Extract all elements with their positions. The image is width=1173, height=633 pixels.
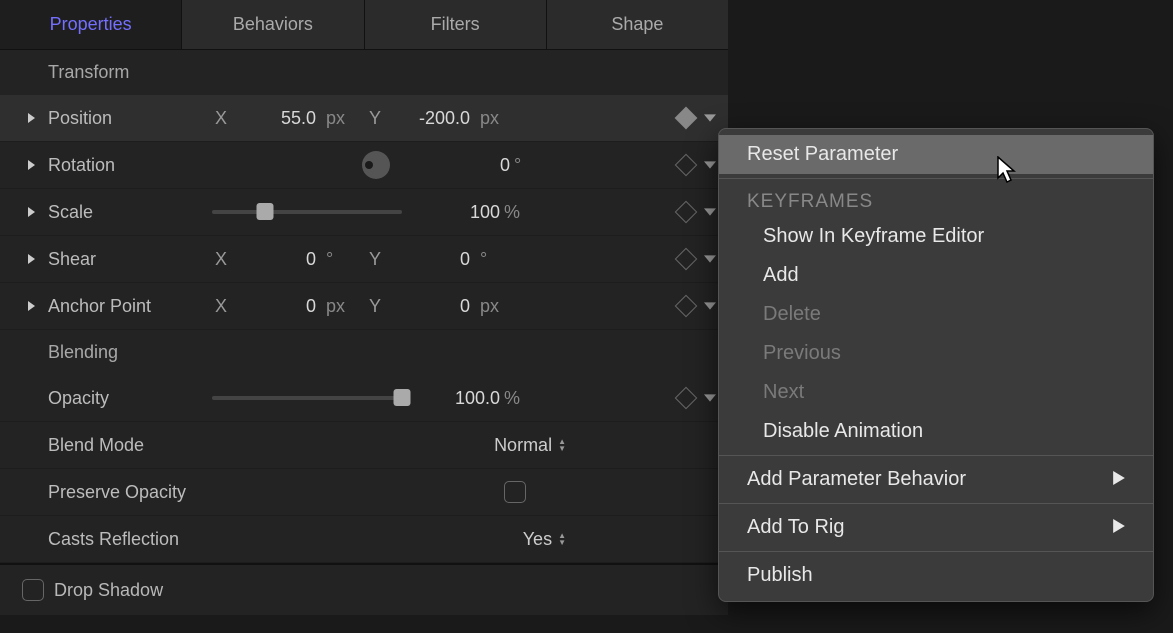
rotation-value[interactable]: 0	[430, 155, 510, 176]
unit-label: °	[322, 249, 360, 270]
unit-label: px	[322, 108, 360, 129]
menu-separator	[719, 503, 1153, 504]
opacity-slider[interactable]	[212, 396, 402, 400]
menu-add-parameter-behavior[interactable]: Add Parameter Behavior	[719, 460, 1153, 499]
chevron-down-icon[interactable]	[704, 108, 716, 129]
chevron-down-icon[interactable]	[704, 249, 716, 270]
menu-add-to-rig[interactable]: Add To Rig	[719, 508, 1153, 547]
axis-y-label: Y	[366, 249, 384, 270]
keyframe-icon[interactable]	[675, 295, 698, 318]
disclosure-icon[interactable]	[22, 113, 40, 123]
chevron-down-icon[interactable]	[704, 296, 716, 317]
tab-properties[interactable]: Properties	[0, 0, 182, 49]
rotation-dial[interactable]	[362, 151, 390, 179]
menu-show-keyframe-editor[interactable]: Show In Keyframe Editor	[719, 217, 1153, 256]
chevron-down-icon[interactable]	[704, 388, 716, 409]
unit-label: px	[476, 296, 514, 317]
keyframe-icon[interactable]	[675, 154, 698, 177]
chevron-down-icon[interactable]	[704, 155, 716, 176]
axis-y-label: Y	[366, 108, 384, 129]
animation-context-menu: Reset Parameter KEYFRAMES Show In Keyfra…	[718, 128, 1154, 602]
unit-label: %	[500, 388, 538, 409]
menu-reset-parameter[interactable]: Reset Parameter	[719, 135, 1153, 174]
unit-label: %	[500, 202, 538, 223]
param-label: Opacity	[48, 388, 109, 409]
shear-x-value[interactable]: 0	[236, 249, 316, 270]
axis-x-label: X	[212, 296, 230, 317]
unit-label: °	[510, 155, 548, 176]
casts-select[interactable]: Yes▲▼	[523, 529, 566, 550]
unit-label: px	[322, 296, 360, 317]
submenu-arrow-icon	[1113, 516, 1125, 539]
param-opacity[interactable]: Opacity 100.0 %	[0, 375, 728, 422]
preserve-checkbox[interactable]	[504, 481, 526, 503]
keyframe-icon[interactable]	[675, 201, 698, 224]
param-rotation[interactable]: Rotation 0 °	[0, 142, 728, 189]
blendmode-select[interactable]: Normal▲▼	[494, 435, 566, 456]
anchor-x-value[interactable]: 0	[236, 296, 316, 317]
anchor-y-value[interactable]: 0	[390, 296, 470, 317]
chevron-down-icon[interactable]	[704, 202, 716, 223]
position-x-value[interactable]: 55.0	[236, 108, 316, 129]
param-label: Position	[48, 108, 112, 129]
param-blendmode[interactable]: Blend Mode Normal▲▼	[0, 422, 728, 469]
submenu-arrow-icon	[1113, 468, 1125, 491]
keyframe-icon[interactable]	[675, 107, 698, 130]
section-transform: Transform	[0, 50, 728, 95]
param-casts-reflection[interactable]: Casts Reflection Yes▲▼	[0, 516, 728, 563]
inspector-panel: Properties Behaviors Filters Shape Trans…	[0, 0, 728, 615]
param-label: Preserve Opacity	[48, 482, 186, 503]
tab-shape[interactable]: Shape	[547, 0, 728, 49]
inspector-tabs: Properties Behaviors Filters Shape	[0, 0, 728, 50]
menu-add-keyframe[interactable]: Add	[719, 256, 1153, 295]
menu-separator	[719, 551, 1153, 552]
param-label: Drop Shadow	[54, 580, 163, 601]
param-label: Anchor Point	[48, 296, 151, 317]
param-position[interactable]: Position X 55.0 px Y -200.0 px	[0, 95, 728, 142]
menu-publish[interactable]: Publish	[719, 556, 1153, 595]
scale-slider[interactable]	[212, 210, 402, 214]
scale-value[interactable]: 100	[420, 202, 500, 223]
param-label: Blend Mode	[48, 435, 144, 456]
disclosure-icon[interactable]	[22, 301, 40, 311]
axis-y-label: Y	[366, 296, 384, 317]
axis-x-label: X	[212, 108, 230, 129]
select-value: Normal	[494, 435, 552, 456]
menu-disable-animation[interactable]: Disable Animation	[719, 412, 1153, 451]
menu-separator	[719, 455, 1153, 456]
disclosure-icon[interactable]	[22, 254, 40, 264]
keyframe-icon[interactable]	[675, 248, 698, 271]
param-label: Shear	[48, 249, 96, 270]
menu-label: Add To Rig	[747, 516, 844, 539]
section-blending: Blending	[0, 330, 728, 375]
shear-y-value[interactable]: 0	[390, 249, 470, 270]
menu-label: Add Parameter Behavior	[747, 468, 966, 491]
keyframe-icon[interactable]	[675, 387, 698, 410]
menu-next-keyframe: Next	[719, 373, 1153, 412]
opacity-value[interactable]: 100.0	[420, 388, 500, 409]
select-value: Yes	[523, 529, 552, 550]
tab-behaviors[interactable]: Behaviors	[182, 0, 364, 49]
disclosure-icon[interactable]	[22, 207, 40, 217]
axis-x-label: X	[212, 249, 230, 270]
disclosure-icon[interactable]	[22, 160, 40, 170]
param-preserve-opacity[interactable]: Preserve Opacity	[0, 469, 728, 516]
param-scale[interactable]: Scale 100 %	[0, 189, 728, 236]
param-label: Rotation	[48, 155, 115, 176]
menu-keyframes-header: KEYFRAMES	[719, 183, 1153, 217]
unit-label: px	[476, 108, 514, 129]
menu-separator	[719, 178, 1153, 179]
tab-filters[interactable]: Filters	[365, 0, 547, 49]
param-label: Scale	[48, 202, 93, 223]
menu-previous-keyframe: Previous	[719, 334, 1153, 373]
param-drop-shadow[interactable]: Drop Shadow	[0, 563, 728, 615]
param-anchor[interactable]: Anchor Point X 0 px Y 0 px	[0, 283, 728, 330]
position-y-value[interactable]: -200.0	[390, 108, 470, 129]
param-label: Casts Reflection	[48, 529, 179, 550]
unit-label: °	[476, 249, 514, 270]
menu-delete-keyframe: Delete	[719, 295, 1153, 334]
param-shear[interactable]: Shear X 0 ° Y 0 °	[0, 236, 728, 283]
dropshadow-checkbox[interactable]	[22, 579, 44, 601]
